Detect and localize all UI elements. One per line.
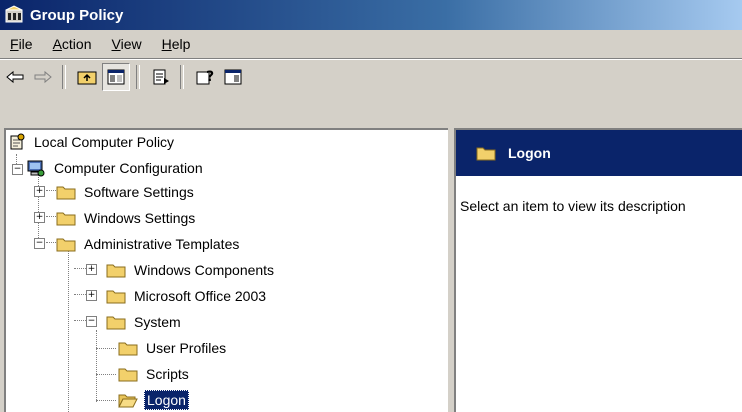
folder-icon: [56, 186, 76, 200]
tree-label: Software Settings: [84, 184, 194, 200]
toolbar-separator: [62, 65, 66, 89]
toolbar-separator: [180, 65, 184, 89]
folder-icon: [106, 316, 126, 330]
show-hide-action-pane-icon: [224, 69, 242, 85]
tree-label: Scripts: [146, 366, 189, 382]
tree-label: Windows Settings: [84, 210, 196, 226]
collapse-toggle[interactable]: −: [86, 316, 97, 327]
menu-file[interactable]: File: [0, 36, 43, 52]
tree-item-computer-configuration[interactable]: Computer Configuration: [26, 156, 205, 180]
tree-label: Microsoft Office 2003: [134, 288, 267, 304]
tree-label: Administrative Templates: [84, 236, 240, 252]
tree-item-administrative-templates[interactable]: Administrative Templates: [56, 232, 241, 256]
tree-line: [96, 330, 97, 402]
tree-item-user-profiles[interactable]: User Profiles: [118, 336, 228, 360]
menu-action-accel: A: [52, 36, 62, 52]
menu-help-accel: H: [161, 36, 172, 52]
help-button[interactable]: ?: [192, 64, 218, 90]
tree-item-windows-settings[interactable]: Windows Settings: [56, 206, 197, 230]
menu-action[interactable]: Action: [43, 36, 102, 52]
policy-scroll-icon: [10, 133, 25, 150]
show-hide-tree-button[interactable]: [102, 63, 130, 91]
folder-icon: [476, 147, 496, 161]
tree-line: [96, 348, 116, 349]
tree-label: Windows Components: [134, 262, 275, 278]
up-folder-icon: [77, 71, 97, 85]
tree-line: [68, 250, 69, 412]
folder-icon: [118, 342, 138, 356]
details-description: Select an item to view its description: [460, 198, 686, 214]
back-arrow-icon: [6, 70, 24, 84]
help-icon: ?: [196, 69, 214, 85]
folder-icon: [56, 238, 76, 252]
up-one-level-button[interactable]: [74, 64, 100, 90]
expand-toggle[interactable]: +: [34, 212, 45, 223]
tree-label: Computer Configuration: [54, 160, 203, 176]
console-tree[interactable]: Local Computer Policy − Computer Configu…: [4, 128, 448, 412]
collapse-toggle[interactable]: −: [34, 238, 45, 249]
details-header: Logon: [456, 130, 742, 176]
menu-view[interactable]: View: [102, 36, 152, 52]
forward-arrow-icon: [34, 70, 52, 84]
svg-text:?: ?: [206, 69, 214, 85]
title-bar: Group Policy: [0, 0, 742, 30]
back-button[interactable]: [2, 64, 28, 90]
menu-action-rest: ction: [61, 36, 92, 52]
show-hide-action-pane-button[interactable]: [220, 64, 246, 90]
forward-button[interactable]: [30, 64, 56, 90]
tree-line: [74, 320, 86, 321]
tree-item-system[interactable]: System: [106, 310, 183, 334]
menu-help[interactable]: Help: [152, 36, 201, 52]
export-list-button[interactable]: [148, 64, 174, 90]
tree-label-selected: Logon: [144, 390, 189, 410]
toolbar-separator: [136, 65, 140, 89]
tree-line: [74, 294, 86, 295]
tree-item-scripts[interactable]: Scripts: [118, 362, 191, 386]
tree-item-logon[interactable]: Logon: [118, 388, 189, 412]
details-pane: Logon Select an item to view its descrip…: [454, 128, 742, 412]
show-hide-tree-icon: [107, 69, 125, 85]
toolbar: ?: [0, 59, 742, 94]
expand-toggle[interactable]: +: [86, 290, 97, 301]
folder-icon: [106, 290, 126, 304]
open-folder-icon: [118, 394, 138, 408]
menu-bar: File Action View Help: [0, 30, 742, 59]
collapse-toggle[interactable]: −: [12, 164, 23, 175]
tree-item-windows-components[interactable]: Windows Components: [106, 258, 276, 282]
window-title: Group Policy: [30, 6, 124, 24]
menu-view-accel: V: [111, 36, 121, 52]
tree-line: [96, 374, 116, 375]
expand-toggle[interactable]: +: [86, 264, 97, 275]
tree-item-microsoft-office-2003[interactable]: Microsoft Office 2003: [106, 284, 268, 308]
menu-file-accel: F: [10, 36, 19, 52]
folder-icon: [106, 264, 126, 278]
tree-label: User Profiles: [146, 340, 227, 356]
details-title: Logon: [508, 145, 551, 161]
group-policy-app-icon: [5, 5, 23, 23]
menu-view-rest: iew: [120, 36, 142, 52]
tree-line: [96, 400, 116, 401]
computer-icon: [27, 160, 45, 177]
tree-label: Local Computer Policy: [34, 134, 175, 150]
tree-label: System: [134, 314, 181, 330]
menu-help-rest: elp: [171, 36, 191, 52]
tree-item-local-computer-policy[interactable]: Local Computer Policy: [8, 130, 176, 154]
menu-file-rest: ile: [18, 36, 33, 52]
folder-icon: [56, 212, 76, 226]
export-list-icon: [153, 69, 169, 85]
tree-item-software-settings[interactable]: Software Settings: [56, 180, 196, 204]
tree-line: [74, 268, 86, 269]
expand-toggle[interactable]: +: [34, 186, 45, 197]
folder-icon: [118, 368, 138, 382]
